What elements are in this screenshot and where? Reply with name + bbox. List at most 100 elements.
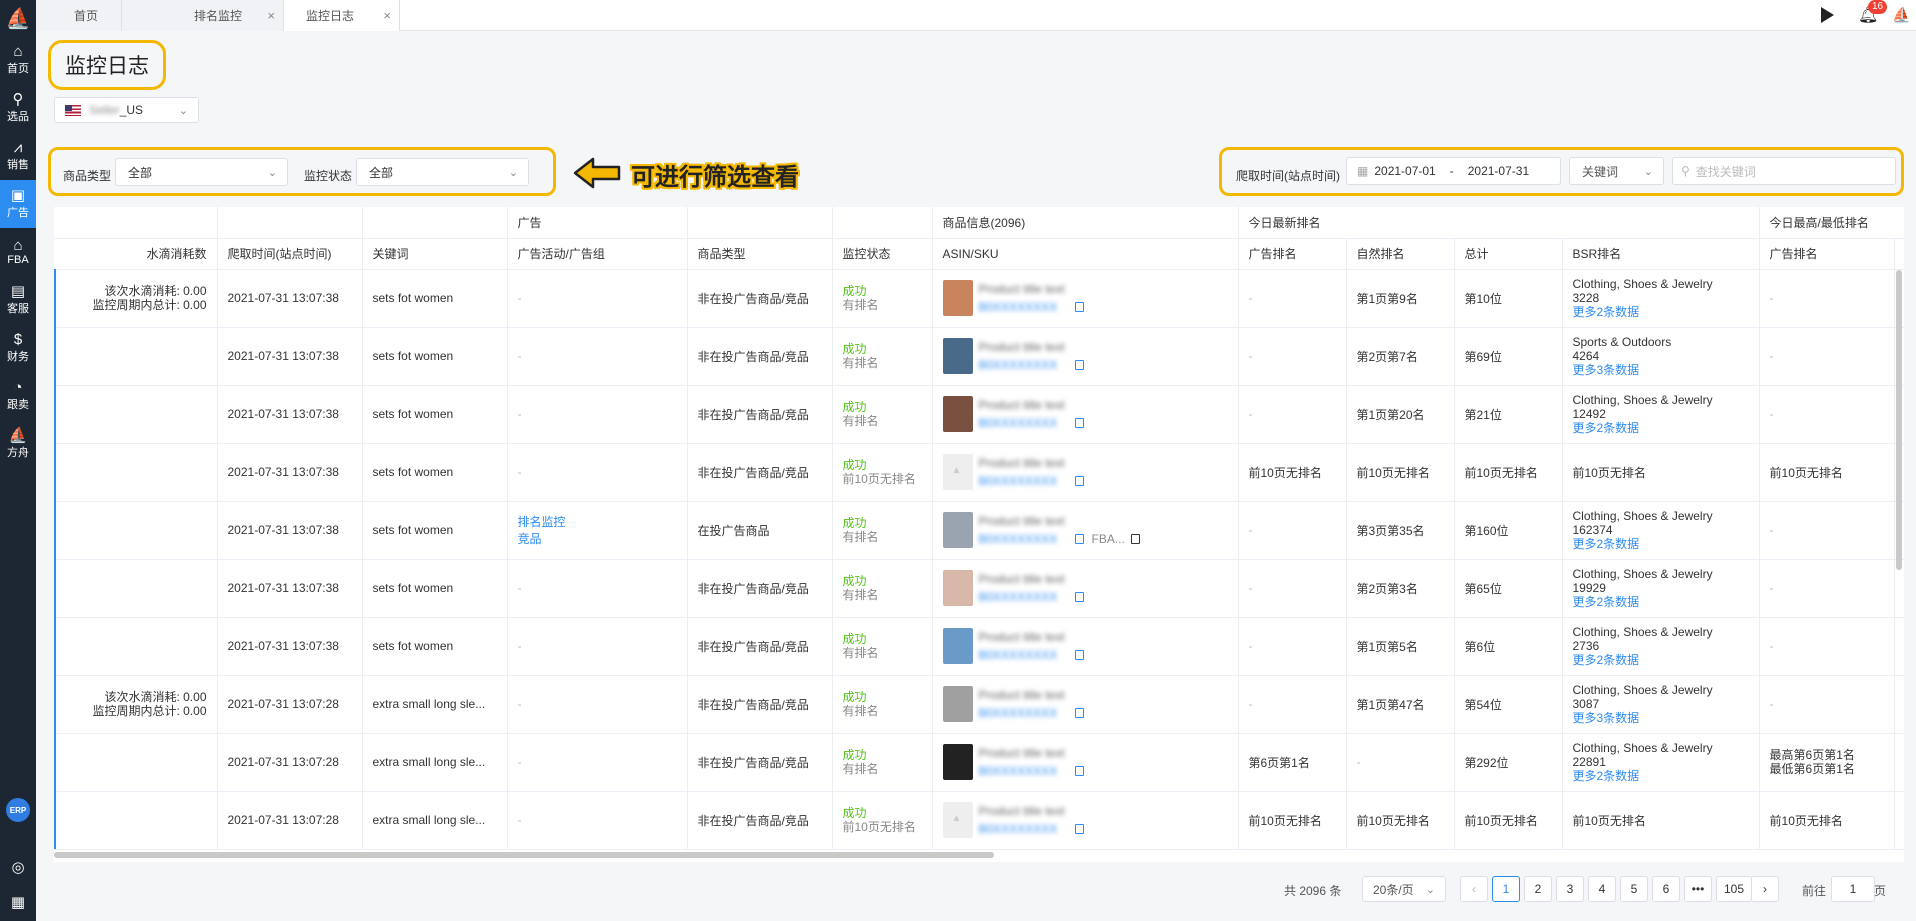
page-button[interactable]: 1 xyxy=(1492,876,1520,902)
table-row[interactable]: 2021-07-31 13:07:28 extra small long sle… xyxy=(54,791,1904,850)
product-image[interactable] xyxy=(942,338,973,374)
product-image[interactable] xyxy=(942,280,973,316)
marketplace-select[interactable]: Seller _US ⌄ xyxy=(54,97,199,123)
tab-rank-monitor[interactable]: 排名监控 × xyxy=(122,0,284,31)
copy-icon[interactable] xyxy=(1074,302,1084,312)
sidebar-item-1[interactable]: ⚲ 选品 xyxy=(0,84,36,132)
more-data-link[interactable]: 更多2条数据 xyxy=(1573,595,1640,609)
asin-link[interactable]: B0XXXXXXXX xyxy=(979,300,1069,314)
product-image[interactable] xyxy=(942,744,973,780)
table-row[interactable]: 2021-07-31 13:07:28 extra small long sle… xyxy=(54,733,1904,792)
copy-icon[interactable] xyxy=(1074,708,1084,718)
close-icon[interactable]: × xyxy=(383,8,391,23)
asin-link[interactable]: B0XXXXXXXX xyxy=(979,648,1069,662)
copy-icon[interactable] xyxy=(1074,650,1084,660)
product-image[interactable] xyxy=(942,512,973,548)
page-button[interactable]: 6 xyxy=(1652,876,1680,902)
copy-icon[interactable] xyxy=(1130,534,1140,544)
product-title[interactable]: Product title text xyxy=(979,398,1159,412)
sidebar-item-3[interactable]: ▣ 广告 xyxy=(0,180,36,228)
page-button[interactable]: 4 xyxy=(1588,876,1616,902)
page-button[interactable]: 3 xyxy=(1556,876,1584,902)
page-button[interactable]: 2 xyxy=(1524,876,1552,902)
more-data-link[interactable]: 更多2条数据 xyxy=(1573,769,1640,783)
asin-link[interactable]: B0XXXXXXXX xyxy=(979,416,1069,430)
copy-icon[interactable] xyxy=(1074,534,1084,544)
product-image[interactable] xyxy=(942,570,973,606)
user-icon[interactable]: ⛵ xyxy=(1892,6,1911,24)
copy-icon[interactable] xyxy=(1074,824,1084,834)
product-title[interactable]: Product title text xyxy=(979,456,1159,470)
asin-link[interactable]: B0XXXXXXXX xyxy=(979,706,1069,720)
monitor-status-select[interactable]: 全部 ⌄ xyxy=(356,158,529,186)
more-data-link[interactable]: 更多2条数据 xyxy=(1573,305,1640,319)
play-icon[interactable] xyxy=(1821,7,1834,23)
product-title[interactable]: Product title text xyxy=(979,514,1159,528)
product-title[interactable]: Product title text xyxy=(979,340,1159,354)
page-button[interactable]: ••• xyxy=(1684,876,1712,902)
sidebar-item-6[interactable]: $ 财务 xyxy=(0,324,36,372)
copy-icon[interactable] xyxy=(1074,592,1084,602)
table-row[interactable]: 2021-07-31 13:07:38 sets fot women 排名监控竞… xyxy=(54,501,1904,560)
product-title[interactable]: Product title text xyxy=(979,688,1159,702)
copy-icon[interactable] xyxy=(1074,360,1084,370)
vertical-scrollbar[interactable] xyxy=(1896,270,1902,570)
copy-icon[interactable] xyxy=(1074,418,1084,428)
product-image[interactable] xyxy=(942,802,973,838)
page-button[interactable]: 105 xyxy=(1716,876,1752,902)
asin-link[interactable]: B0XXXXXXXX xyxy=(979,764,1069,778)
tab-home[interactable]: 首页 xyxy=(36,0,122,31)
product-title[interactable]: Product title text xyxy=(979,746,1159,760)
more-data-link[interactable]: 更多3条数据 xyxy=(1573,363,1640,377)
sidebar-item-7[interactable]: ◔ 跟卖 xyxy=(0,372,36,420)
sidebar-item-5[interactable]: ▤ 客服 xyxy=(0,276,36,324)
campaign-link[interactable]: 排名监控 xyxy=(518,515,566,529)
app-logo-icon[interactable]: ⛵ xyxy=(0,0,36,36)
prev-page-button[interactable]: ‹ xyxy=(1460,876,1488,902)
product-title[interactable]: Product title text xyxy=(979,282,1159,296)
close-icon[interactable]: × xyxy=(267,8,275,23)
sidebar-item-0[interactable]: ⌂ 首页 xyxy=(0,36,36,84)
table-row[interactable]: 该次水滴消耗: 0.00 监控周期内总计: 0.00 2021-07-31 13:… xyxy=(54,269,1904,328)
horizontal-scrollbar[interactable] xyxy=(54,852,994,858)
asin-link[interactable]: B0XXXXXXXX xyxy=(979,532,1069,546)
copy-icon[interactable] xyxy=(1074,476,1084,486)
asin-link[interactable]: B0XXXXXXXX xyxy=(979,822,1069,836)
more-data-link[interactable]: 更多2条数据 xyxy=(1573,653,1640,667)
sidebar-item-8[interactable]: ⛵ 方舟 xyxy=(0,420,36,468)
asin-link[interactable]: B0XXXXXXXX xyxy=(979,358,1069,372)
product-image[interactable] xyxy=(942,454,973,490)
more-data-link[interactable]: 更多2条数据 xyxy=(1573,537,1640,551)
sidebar-item-4[interactable]: ⌂ FBA xyxy=(0,228,36,276)
copy-icon[interactable] xyxy=(1074,766,1084,776)
sidebar-item-2[interactable]: ⩘ 销售 xyxy=(0,132,36,180)
table-row[interactable]: 2021-07-31 13:07:38 sets fot women - 非在投… xyxy=(54,617,1904,676)
gift-icon[interactable]: ▦ xyxy=(0,893,36,911)
product-type-select[interactable]: 全部 ⌄ xyxy=(115,158,288,186)
erp-badge[interactable]: ERP xyxy=(6,798,30,822)
table-row[interactable]: 2021-07-31 13:07:38 sets fot women - 非在投… xyxy=(54,559,1904,618)
tab-monitor-log[interactable]: 监控日志 × xyxy=(284,0,400,31)
page-size-select[interactable]: 20条/页 ⌄ xyxy=(1362,876,1446,902)
goto-page-input[interactable]: 1 xyxy=(1831,876,1875,902)
product-image[interactable] xyxy=(942,686,973,722)
next-page-button[interactable]: › xyxy=(1751,876,1779,902)
ad-group-link[interactable]: 竞品 xyxy=(518,532,542,546)
product-title[interactable]: Product title text xyxy=(979,804,1159,818)
asin-link[interactable]: B0XXXXXXXX xyxy=(979,590,1069,604)
date-range-picker[interactable]: ▦ 2021-07-01 - 2021-07-31 xyxy=(1346,157,1561,185)
asin-link[interactable]: B0XXXXXXXX xyxy=(979,474,1069,488)
table-row[interactable]: 2021-07-31 13:07:38 sets fot women - 非在投… xyxy=(54,443,1904,502)
more-data-link[interactable]: 更多3条数据 xyxy=(1573,711,1640,725)
keyword-search-input[interactable]: ⚲ 查找关键词 xyxy=(1672,157,1896,185)
page-button[interactable]: 5 xyxy=(1620,876,1648,902)
help-icon[interactable]: ◎ xyxy=(0,858,36,876)
table-row[interactable]: 2021-07-31 13:07:38 sets fot women - 非在投… xyxy=(54,327,1904,386)
product-image[interactable] xyxy=(942,628,973,664)
more-data-link[interactable]: 更多2条数据 xyxy=(1573,421,1640,435)
product-title[interactable]: Product title text xyxy=(979,572,1159,586)
table-row[interactable]: 2021-07-31 13:07:38 sets fot women - 非在投… xyxy=(54,385,1904,444)
table-row[interactable]: 该次水滴消耗: 0.00 监控周期内总计: 0.00 2021-07-31 13:… xyxy=(54,675,1904,734)
product-image[interactable] xyxy=(942,396,973,432)
product-title[interactable]: Product title text xyxy=(979,630,1159,644)
